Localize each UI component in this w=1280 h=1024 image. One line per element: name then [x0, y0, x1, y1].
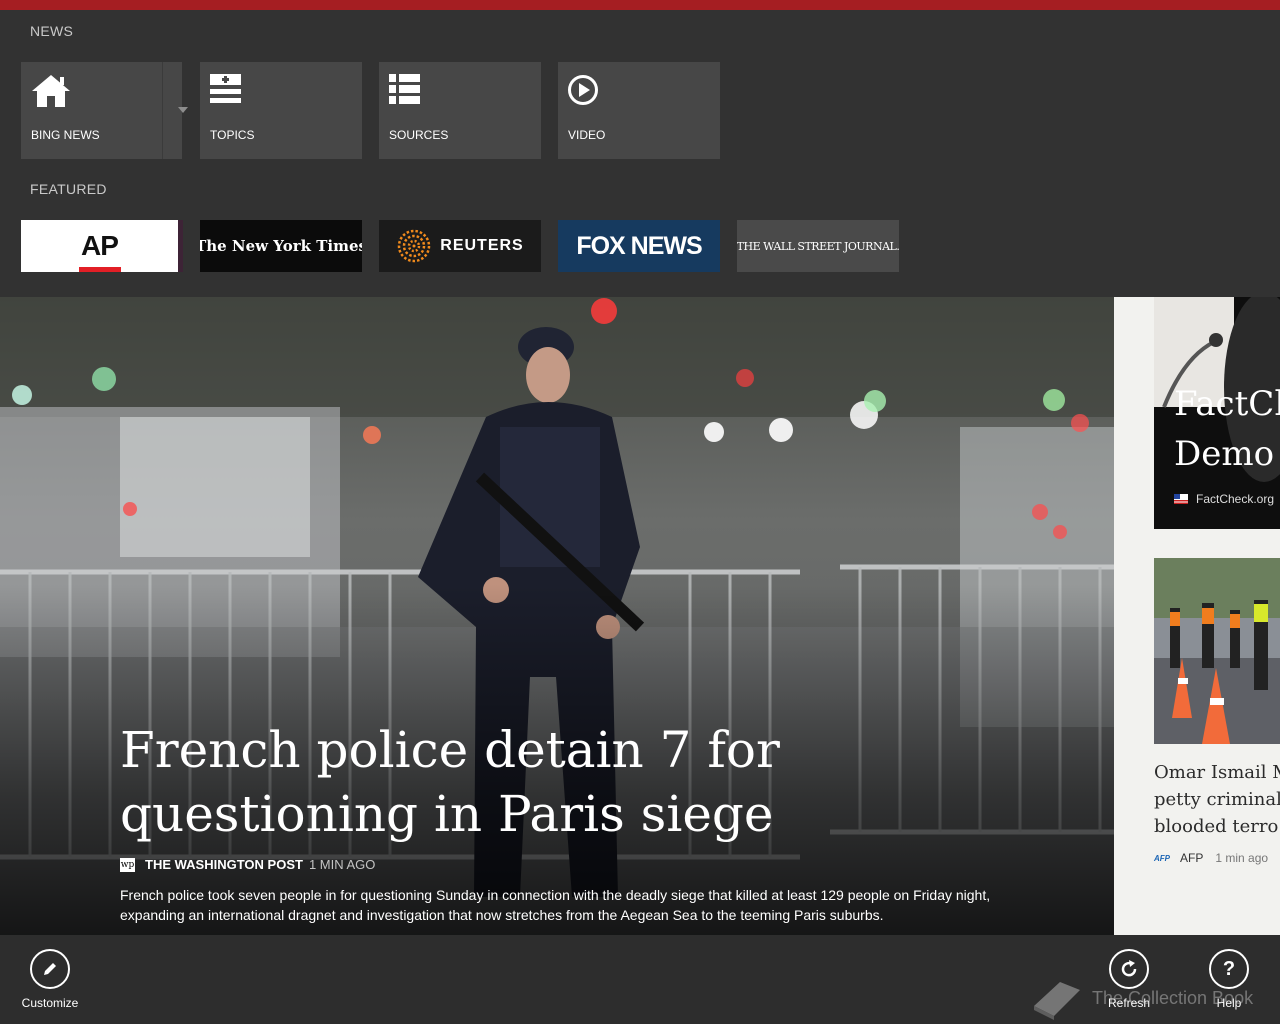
customize-button[interactable]: Customize	[15, 949, 85, 1010]
tile-topics[interactable]: TOPICS	[200, 62, 362, 159]
tile-label: SOURCES	[389, 128, 449, 142]
chevron-down-icon	[178, 107, 188, 113]
washington-post-logo-icon: wp	[120, 857, 135, 872]
factcheck-title-line2: Demo	[1174, 434, 1275, 474]
hero-headline[interactable]: French police detain 7 for questioning i…	[120, 718, 880, 846]
tile-video[interactable]: VIDEO	[558, 62, 720, 159]
tile-bing-news[interactable]: BING NEWS	[21, 62, 188, 159]
featured-ap[interactable]: AP	[21, 220, 183, 272]
tile-label: TOPICS	[210, 128, 255, 142]
omar-time: 1 min ago	[1215, 851, 1269, 865]
omar-meta: AFP AFP 1 min ago	[1154, 851, 1268, 865]
tile-sources[interactable]: SOURCES	[379, 62, 541, 159]
featured-wall-street-journal[interactable]: THE WALL STREET JOURNAL.	[737, 220, 899, 272]
tile-label: BING NEWS	[31, 128, 100, 142]
factcheck-flag-icon	[1174, 494, 1188, 504]
navigation-panel: NEWS BING NEWS TOPICS SOURCES VIDEO FEAT…	[0, 10, 1280, 297]
reuters-dots-icon	[398, 229, 431, 263]
home-icon	[32, 75, 70, 107]
watermark: The Collection Book	[1030, 972, 1270, 1022]
topics-icon	[210, 74, 241, 103]
watermark-text: The Collection Book	[1092, 988, 1254, 1008]
wsj-logo-text: THE WALL STREET JOURNAL.	[737, 239, 899, 253]
factcheck-title-line1: FactCh	[1174, 384, 1280, 424]
customize-label: Customize	[21, 996, 79, 1010]
hero-meta: wp THE WASHINGTON POST 1 MIN AGO	[120, 857, 375, 872]
hero-summary: French police took seven people in for q…	[120, 887, 991, 923]
nyt-logo-text: The New York Times	[200, 237, 362, 255]
story-card-factcheck[interactable]: FactCh Demo FactCheck.org	[1154, 297, 1280, 529]
featured-new-york-times[interactable]: The New York Times	[200, 220, 362, 272]
omar-title-line2: petty criminal	[1154, 789, 1280, 810]
featured-reuters[interactable]: REUTERS	[379, 220, 541, 272]
story-card-omar-ismail-title[interactable]: Omar Ismail M petty criminal blooded ter…	[1154, 759, 1280, 840]
omar-title-line3: blooded terro	[1154, 816, 1279, 837]
hero-source: THE WASHINGTON POST	[145, 857, 303, 872]
ap-logo-text: AP	[81, 230, 119, 261]
police-cones-photo	[1154, 558, 1280, 744]
sources-list-icon	[389, 74, 420, 104]
section-label-news: NEWS	[30, 23, 74, 39]
right-column: FactCh Demo FactCheck.org Omar Ismail M …	[1114, 297, 1280, 935]
book-icon	[1034, 982, 1080, 1020]
top-accent-bar	[0, 0, 1280, 10]
reuters-logo-text: REUTERS	[440, 237, 524, 254]
omar-title-line1: Omar Ismail M	[1154, 762, 1280, 783]
pencil-icon	[44, 963, 56, 975]
omar-source: AFP	[1180, 851, 1204, 865]
section-label-featured: FEATURED	[30, 181, 107, 197]
hero-time: 1 MIN AGO	[308, 857, 376, 872]
story-card-omar-ismail-image[interactable]	[1154, 558, 1280, 744]
play-icon	[568, 75, 598, 105]
featured-fox-news[interactable]: FOX NEWS	[558, 220, 720, 272]
fox-news-logo-text: FOX NEWS	[576, 231, 702, 260]
bing-news-dropdown-button[interactable]	[163, 62, 203, 159]
factcheck-source: FactCheck.org	[1196, 492, 1275, 506]
afp-logo-icon: AFP	[1154, 853, 1170, 863]
tile-label: VIDEO	[568, 128, 606, 142]
ap-logo-underline	[79, 267, 121, 272]
